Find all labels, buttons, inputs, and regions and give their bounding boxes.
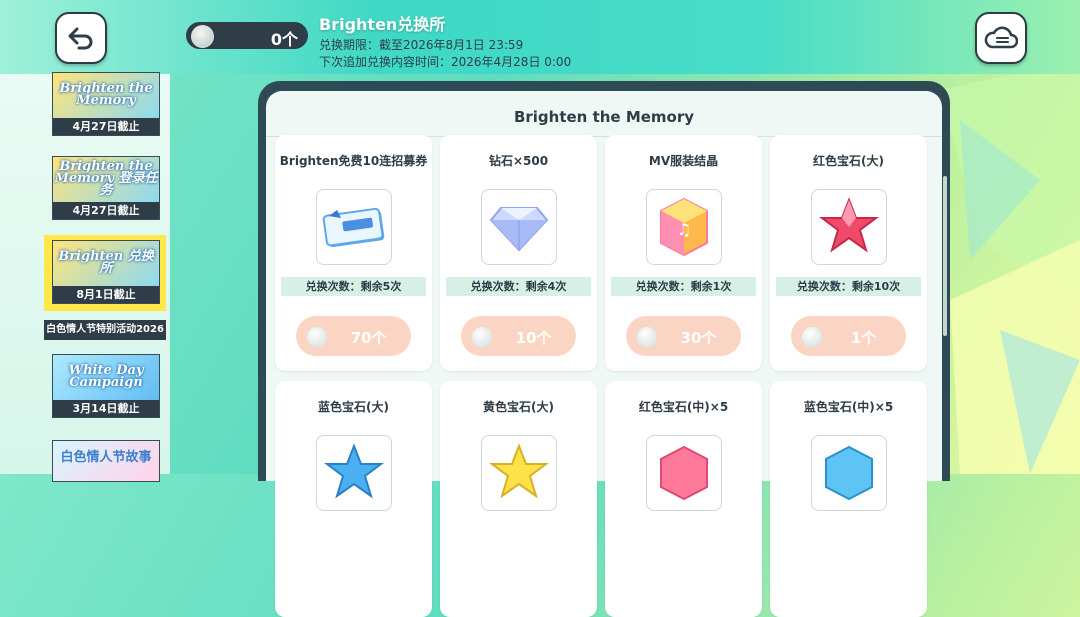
item-card[interactable]: 红色宝石(中)×5 bbox=[605, 381, 762, 617]
event-banner-login-mission[interactable]: Brighten the Memory 登录任务 4月27日截止 bbox=[52, 156, 160, 220]
scrollbar[interactable] bbox=[943, 176, 947, 336]
price-label: 70个 bbox=[350, 329, 387, 347]
exchange-limit: 兑换次数：剩余4次 bbox=[446, 277, 591, 296]
banner-deadline: 3月14日截止 bbox=[53, 400, 159, 417]
item-card[interactable]: 蓝色宝石(大) bbox=[275, 381, 432, 617]
item-name: MV服装结晶 bbox=[648, 154, 719, 168]
next-addition-time: 下次追加兑换内容时间：2026年4月28日 0:00 bbox=[319, 55, 572, 69]
banner-logo: Brighten the Memory 登录任务 bbox=[54, 159, 158, 198]
item-card[interactable]: MV服装结晶 ♫ 兑换次数：剩余1次 30个 bbox=[605, 135, 762, 371]
exchange-period: 兑换期限：截至2026年8月1日 23:59 bbox=[319, 38, 524, 52]
exchange-button[interactable]: 70个 bbox=[296, 316, 411, 356]
banner-deadline: 8月1日截止 bbox=[53, 286, 159, 303]
coin-icon bbox=[801, 326, 823, 348]
coin-icon bbox=[636, 326, 658, 348]
blue-gem-medium-icon bbox=[825, 445, 873, 501]
mv-crystal-icon: ♫ bbox=[660, 197, 708, 257]
item-image bbox=[646, 435, 722, 511]
exchange-limit: 兑换次数：剩余5次 bbox=[281, 277, 426, 296]
item-name: 黄色宝石(大) bbox=[483, 400, 554, 414]
item-image bbox=[316, 435, 392, 511]
item-name: 红色宝石(中)×5 bbox=[638, 400, 729, 414]
item-image bbox=[481, 435, 557, 511]
shop-title: Brighten兑换所 bbox=[319, 15, 446, 34]
coin-icon bbox=[471, 326, 493, 348]
banner-logo: Brighten 兑换所 bbox=[58, 249, 154, 276]
item-image bbox=[811, 435, 887, 511]
event-banner-brighten-memory[interactable]: Brighten the Memory 4月27日截止 bbox=[52, 72, 160, 136]
coin-icon bbox=[191, 25, 214, 48]
diamond-icon bbox=[489, 207, 549, 252]
event-banner-white-day-story[interactable]: 白色情人节故事 bbox=[52, 440, 160, 482]
item-card[interactable]: Brighten免费10连招募券 兑换次数：剩余5次 70个 bbox=[275, 135, 432, 371]
event-banner-exchange-shop[interactable]: Brighten 兑换所 8月1日截止 bbox=[52, 240, 160, 304]
banner-deadline: 4月27日截止 bbox=[53, 202, 159, 219]
currency-display: 0个 bbox=[186, 22, 308, 49]
coin-icon bbox=[306, 326, 328, 348]
price-label: 1个 bbox=[850, 329, 877, 347]
red-star-gem-icon bbox=[819, 197, 879, 253]
exchange-button[interactable]: 30个 bbox=[626, 316, 741, 356]
cloud-menu-button[interactable] bbox=[975, 12, 1027, 64]
currency-amount: 0个 bbox=[270, 30, 298, 49]
item-card[interactable]: 蓝色宝石(中)×5 bbox=[770, 381, 927, 617]
price-label: 10个 bbox=[515, 329, 552, 347]
item-image bbox=[811, 189, 887, 265]
ticket-icon bbox=[322, 207, 385, 248]
back-arrow-icon bbox=[68, 27, 93, 50]
event-section-label: 白色情人节特别活动2026 bbox=[44, 320, 166, 340]
item-image bbox=[316, 189, 392, 265]
panel-title: Brighten the Memory bbox=[513, 108, 695, 126]
banner-logo: Brighten the Memory bbox=[59, 81, 153, 108]
price-label: 30个 bbox=[680, 329, 717, 347]
exchange-limit: 兑换次数：剩余10次 bbox=[776, 277, 921, 296]
banner-logo: White Day Campaign bbox=[68, 363, 144, 390]
item-image: ♫ bbox=[646, 189, 722, 265]
item-name: 蓝色宝石(中)×5 bbox=[803, 400, 894, 414]
exchange-limit: 兑换次数：剩余1次 bbox=[611, 277, 756, 296]
blue-star-gem-icon bbox=[324, 443, 384, 499]
exchange-button[interactable]: 1个 bbox=[791, 316, 906, 356]
banner-logo: 白色情人节故事 bbox=[60, 450, 152, 465]
item-card[interactable]: 黄色宝石(大) bbox=[440, 381, 597, 617]
item-name: 钻石×500 bbox=[488, 154, 549, 168]
item-name: Brighten免费10连招募券 bbox=[279, 154, 428, 168]
item-card[interactable]: 钻石×500 兑换次数：剩余4次 10个 bbox=[440, 135, 597, 371]
yellow-star-gem-icon bbox=[489, 443, 549, 499]
svg-text:♫: ♫ bbox=[677, 220, 691, 239]
red-gem-medium-icon bbox=[660, 445, 708, 501]
item-name: 蓝色宝石(大) bbox=[318, 400, 389, 414]
exchange-button[interactable]: 10个 bbox=[461, 316, 576, 356]
event-banner-white-day[interactable]: White Day Campaign 3月14日截止 bbox=[52, 354, 160, 418]
back-button[interactable] bbox=[55, 12, 107, 64]
cloud-menu-icon bbox=[984, 26, 1018, 49]
item-card[interactable]: 红色宝石(大) 兑换次数：剩余10次 1个 bbox=[770, 135, 927, 371]
banner-deadline: 4月27日截止 bbox=[53, 118, 159, 135]
item-name: 红色宝石(大) bbox=[813, 154, 884, 168]
item-image bbox=[481, 189, 557, 265]
